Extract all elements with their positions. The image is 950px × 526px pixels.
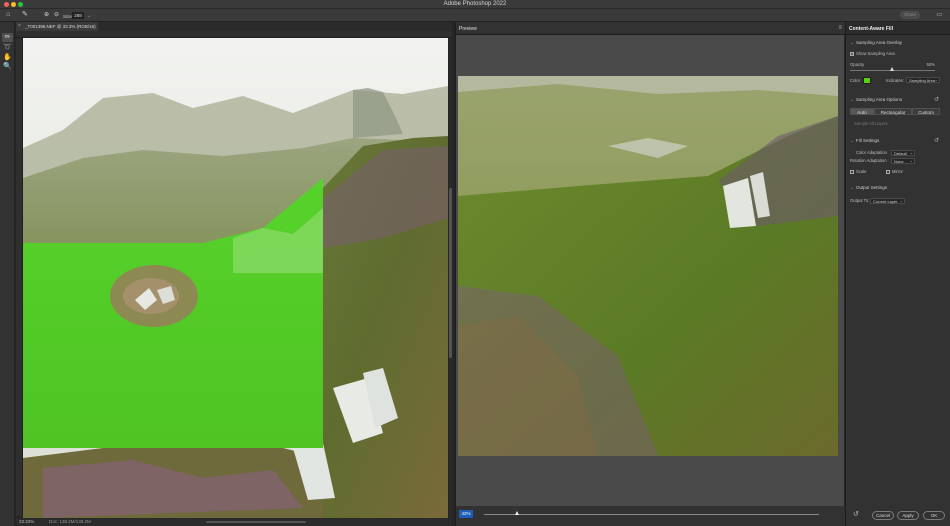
preview-panel: Preview ≡ 42% bbox=[455, 22, 845, 526]
section-header: Sampling Area Options bbox=[856, 97, 903, 102]
rotation-adaptation-dropdown[interactable]: None bbox=[891, 158, 915, 164]
content-aware-fill-panel: Content-Aware Fill ⌄ Sampling Area Overla… bbox=[845, 22, 950, 526]
sample-all-layers-label: Sample All Layers bbox=[854, 121, 888, 126]
panel-toggle-icon[interactable]: ▭ bbox=[936, 11, 942, 19]
show-sampling-checkbox[interactable]: ✓ bbox=[850, 51, 854, 56]
cancel-button[interactable]: Cancel bbox=[872, 511, 894, 520]
home-icon[interactable]: ⌂ bbox=[6, 11, 10, 19]
lasso-icon[interactable]: ➰ bbox=[2, 43, 13, 52]
opacity-knob[interactable] bbox=[890, 67, 894, 71]
color-swatch[interactable] bbox=[863, 77, 871, 84]
section-fill-settings[interactable]: ⌄ Fill Settings bbox=[850, 138, 879, 144]
ok-button[interactable]: OK bbox=[923, 511, 945, 520]
section-sampling-options[interactable]: ⌄ Sampling Area Options bbox=[850, 97, 902, 103]
preview-zoom-slider[interactable] bbox=[484, 514, 819, 515]
rectangular-button[interactable]: Rectangular bbox=[874, 108, 912, 115]
close-icon[interactable]: × bbox=[18, 22, 21, 31]
landscape-image bbox=[23, 38, 448, 518]
menu-icon[interactable]: ≡ bbox=[838, 25, 842, 31]
section-sampling-overlay[interactable]: ⌄ Sampling Area Overlay bbox=[850, 40, 902, 46]
preview-image[interactable] bbox=[458, 76, 838, 456]
canvas-scrollbar-horizontal[interactable] bbox=[206, 521, 306, 523]
indicates-dropdown[interactable]: Sampling Area bbox=[906, 77, 940, 83]
show-sampling-label: Show Sampling Area bbox=[856, 51, 895, 56]
section-header: Fill Settings bbox=[856, 138, 880, 143]
subtract-mode-icon[interactable]: ⊖ bbox=[54, 11, 59, 19]
reset-icon[interactable]: ↺ bbox=[934, 137, 939, 144]
scale-row[interactable]: Scale bbox=[850, 168, 866, 175]
section-output-settings[interactable]: ⌄ Output Settings bbox=[850, 185, 887, 191]
show-sampling-row[interactable]: ✓ Show Sampling Area bbox=[850, 50, 895, 57]
hand-icon[interactable]: ✋ bbox=[2, 53, 13, 62]
scale-label: Scale bbox=[856, 169, 867, 174]
share-button[interactable]: Share bbox=[900, 11, 920, 19]
ruler-horizontal bbox=[16, 31, 452, 38]
title-bar: Adobe Photoshop 2022 bbox=[0, 0, 950, 9]
section-header: Output Settings bbox=[856, 185, 888, 190]
output-to-dropdown[interactable]: Current Layer bbox=[870, 198, 905, 204]
scrollbar-thumb[interactable] bbox=[449, 188, 452, 358]
reset-icon[interactable]: ↺ bbox=[853, 510, 859, 518]
section-header: Sampling Area Overlay bbox=[856, 40, 903, 45]
preview-zoom-input[interactable]: 42% bbox=[459, 510, 473, 518]
chevron-down-icon[interactable]: ⌄ bbox=[87, 12, 91, 20]
panel-title: Content-Aware Fill bbox=[849, 26, 894, 32]
preview-footer: 42% bbox=[456, 506, 845, 526]
color-label: Color bbox=[850, 78, 861, 83]
status-bar: 33.33% Doc: 138.2M/138.2M bbox=[16, 518, 452, 526]
indicates-label: Indicates: bbox=[886, 78, 904, 83]
app-title: Adobe Photoshop 2022 bbox=[443, 1, 507, 7]
custom-button[interactable]: Custom bbox=[912, 108, 940, 115]
panel-header: Content-Aware Fill bbox=[846, 22, 950, 35]
auto-button[interactable]: Auto bbox=[850, 108, 874, 115]
doc-size[interactable]: Doc: 138.2M/138.2M bbox=[49, 519, 91, 524]
scale-checkbox[interactable] bbox=[850, 169, 854, 174]
mirror-row[interactable]: Mirror bbox=[886, 168, 903, 175]
add-mode-icon[interactable]: ⊕ bbox=[44, 11, 49, 19]
options-bar: ⌂ ✎ ⊕ ⊖ Size: 288 ⌄ Share ▭ bbox=[0, 9, 950, 22]
mirror-checkbox[interactable] bbox=[886, 169, 890, 174]
brush-preset-icon[interactable]: ✎ bbox=[22, 11, 28, 19]
rotation-adaptation-label: Rotation Adaptation bbox=[850, 158, 887, 163]
canvas-scrollbar-vertical[interactable] bbox=[449, 38, 452, 518]
zoom-icon[interactable]: 🔍 bbox=[2, 62, 13, 71]
color-adaptation-label: Color Adaptation bbox=[856, 150, 887, 155]
size-input[interactable]: 288 bbox=[72, 12, 84, 19]
brush-icon[interactable]: ✏ bbox=[2, 33, 13, 42]
apply-button[interactable]: Apply bbox=[897, 511, 919, 520]
opacity-label: Opacity bbox=[850, 62, 865, 67]
color-adaptation-dropdown[interactable]: Default bbox=[891, 150, 915, 156]
ruler-vertical bbox=[16, 38, 23, 516]
tool-bar: » ✏ ➰ ✋ 🔍 bbox=[0, 22, 15, 526]
document-tab-bar: × _T001396.NEF @ 33.3% (RGB/16) * bbox=[16, 22, 452, 38]
preview-landscape bbox=[458, 76, 838, 456]
reset-icon[interactable]: ↺ bbox=[934, 96, 939, 103]
preview-tab[interactable]: Preview ≡ bbox=[456, 22, 845, 35]
document-canvas[interactable] bbox=[23, 38, 448, 518]
output-to-label: Output To: bbox=[850, 198, 870, 203]
zoom-level[interactable]: 33.33% bbox=[19, 519, 34, 524]
mirror-label: Mirror bbox=[892, 169, 903, 174]
preview-zoom-knob[interactable] bbox=[515, 511, 519, 515]
preview-tab-label: Preview bbox=[459, 26, 477, 32]
opacity-value[interactable]: 50% bbox=[927, 61, 935, 68]
document-tab[interactable]: × _T001396.NEF @ 33.3% (RGB/16) * bbox=[16, 22, 98, 38]
